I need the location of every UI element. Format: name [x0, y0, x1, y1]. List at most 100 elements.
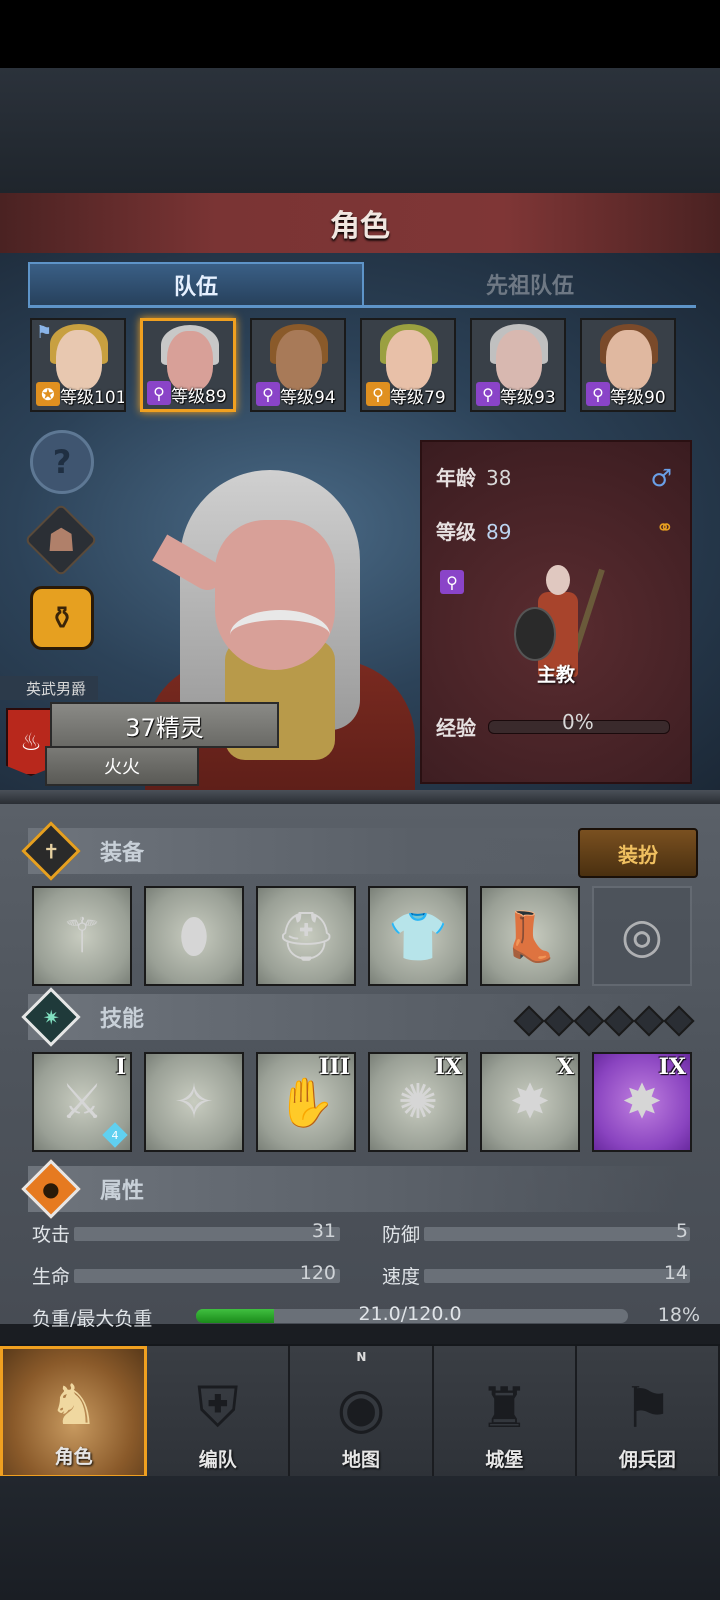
- exp-value: 0%: [562, 710, 594, 734]
- boots-icon: 👢: [500, 908, 560, 965]
- level-label: 等级: [436, 520, 476, 544]
- nav-label: 地图: [342, 1449, 381, 1471]
- ring-empty-icon: ◎: [621, 908, 663, 964]
- character-title: 英武男爵: [0, 676, 98, 700]
- load-bar-fill: [196, 1309, 274, 1323]
- load-value: 21.0/120.0: [358, 1303, 462, 1325]
- equipment-slots: ⚚ ⬮ ⛑ 👕 👢 ◎: [32, 886, 696, 986]
- defense-value: 5: [675, 1220, 688, 1242]
- nav-label: 佣兵团: [618, 1449, 676, 1471]
- hero-level: 等级79: [390, 388, 446, 408]
- nav-label: 角色: [54, 1446, 93, 1468]
- knight-icon: ♞: [48, 1373, 99, 1438]
- ring-icon[interactable]: ⚭: [656, 516, 674, 541]
- nav-item-formation[interactable]: ⛨ 编队: [147, 1346, 291, 1478]
- hero-portrait[interactable]: ⚲ 等级93: [470, 318, 566, 412]
- staff-icon: ⚲: [256, 382, 280, 406]
- hero-face: [56, 330, 102, 390]
- hero-roster: ⚑ ✪ 等级101 ⚲ 等级89 ⚲ 等级94 ⚲ 等级79 ⚲ 等级93 ⚲ 等级90: [30, 318, 690, 414]
- race-label: 37精灵: [50, 702, 279, 748]
- attributes-label: 属性: [100, 1179, 145, 1204]
- staff-icon: ⚲: [147, 381, 171, 405]
- hero-face: [606, 330, 652, 390]
- staff-icon: ⚲: [586, 382, 610, 406]
- help-icon[interactable]: ?: [30, 430, 94, 494]
- hero-portrait[interactable]: ⚲ 等级90: [580, 318, 676, 412]
- hood-icon: ⛑: [275, 908, 337, 965]
- staff-icon: ⚲: [476, 382, 500, 406]
- skill-point-icon: [543, 1005, 575, 1037]
- nav-item-mercenary-banner[interactable]: ⚑ 佣兵团: [576, 1346, 720, 1478]
- equipment-slot-ring-empty[interactable]: ◎: [592, 886, 692, 986]
- element-label: 火火: [45, 746, 199, 786]
- skill-slot[interactable]: ✋ III: [256, 1052, 356, 1152]
- leader-flag-icon: ⚑: [36, 322, 53, 343]
- level-row: 等级 89: [436, 516, 511, 545]
- skill-rank: IX: [434, 1054, 462, 1080]
- skill-rank: III: [319, 1054, 350, 1080]
- load-label: 负重/最大负重: [32, 1308, 153, 1330]
- equipment-slot-boots[interactable]: 👢: [480, 886, 580, 986]
- skill-point-icon: [573, 1005, 605, 1037]
- age-label: 年龄: [436, 466, 476, 490]
- nav-label: 城堡: [485, 1449, 524, 1471]
- side-icon-column: ? ☗ ⚱: [24, 430, 98, 670]
- hp-label: 生命: [32, 1266, 71, 1288]
- star-icon: ✷: [21, 987, 81, 1047]
- hero-portrait[interactable]: ⚲ 等级94: [250, 318, 346, 412]
- equipment-slot-hood[interactable]: ⛑: [256, 886, 356, 986]
- speed-value: 14: [663, 1262, 688, 1284]
- nav-item-castle[interactable]: ♜ 城堡: [433, 1346, 577, 1478]
- top-backdrop: [0, 68, 720, 193]
- defense-label: 防御: [382, 1224, 421, 1246]
- tab-team[interactable]: 队伍: [28, 262, 364, 308]
- age-row: 年龄 38: [436, 462, 511, 491]
- skill-icon: ✸: [621, 1074, 663, 1130]
- attributes-header: ● 属性: [21, 1159, 678, 1219]
- hero-level: 等级93: [500, 388, 556, 408]
- skill-slot[interactable]: ⚔ I 4: [32, 1052, 132, 1152]
- equipment-slot-shield[interactable]: ⬮: [144, 886, 244, 986]
- hero-portrait[interactable]: ⚑ ✪ 等级101: [30, 318, 126, 412]
- skill-point-icon: [603, 1005, 635, 1037]
- skill-point-icon: [663, 1005, 695, 1037]
- skill-slot[interactable]: ✺ IX: [368, 1052, 468, 1152]
- skill-icon: ✸: [509, 1074, 551, 1130]
- hp-value: 120: [299, 1262, 336, 1284]
- skill-slot[interactable]: ✧: [144, 1052, 244, 1152]
- formation-icon: ⛨: [196, 1375, 239, 1440]
- title-banner: 角色: [0, 193, 720, 255]
- level-value: 89: [486, 520, 512, 544]
- dress-up-button[interactable]: 装扮: [578, 828, 698, 878]
- nav-item-compass-map[interactable]: N ◉ 地图: [290, 1346, 434, 1478]
- compass-map-icon: ◉: [336, 1376, 386, 1441]
- tab-ancestor-team[interactable]: 先祖队伍: [364, 262, 696, 308]
- skill-icon: ✺: [397, 1074, 439, 1130]
- skill-rank: X: [556, 1054, 574, 1080]
- hero-level: 等级101: [60, 388, 126, 408]
- skill-slot[interactable]: ✸ X: [480, 1052, 580, 1152]
- skill-rank: IX: [658, 1054, 686, 1080]
- castle-icon: ♜: [479, 1376, 530, 1441]
- bottom-navigation: ♞ 角色 ⛨ 编队 N ◉ 地图 ♜ 城堡 ⚑ 佣兵团: [0, 1344, 720, 1478]
- equipment-label: 装备: [100, 841, 145, 866]
- skill-point-icon: [633, 1005, 665, 1037]
- hero-portrait[interactable]: ⚲ 等级89: [140, 318, 236, 412]
- potion-icon[interactable]: ⚱: [30, 586, 94, 650]
- flame-shield-icon: ✪: [36, 382, 60, 406]
- hero-portrait[interactable]: ⚲ 等级79: [360, 318, 456, 412]
- attack-label: 攻击: [32, 1224, 71, 1246]
- team-tabs: 队伍 先祖队伍: [28, 262, 696, 308]
- equipment-slot-tunic[interactable]: 👕: [368, 886, 468, 986]
- character-silhouette-icon[interactable]: ☗: [24, 503, 98, 577]
- skill-point-indicators: [513, 1005, 695, 1037]
- equipment-slot-staff-weapon[interactable]: ⚚: [32, 886, 132, 986]
- hero-level: 等级90: [610, 388, 666, 408]
- age-value: 38: [486, 466, 512, 490]
- skill-slot[interactable]: ✸ IX: [592, 1052, 692, 1152]
- skill-icon: ✧: [173, 1074, 215, 1130]
- attack-value: 31: [311, 1220, 336, 1242]
- staff-icon: ⚲: [366, 382, 390, 406]
- page-title: 角色: [330, 209, 390, 244]
- nav-item-knight[interactable]: ♞ 角色: [0, 1346, 148, 1478]
